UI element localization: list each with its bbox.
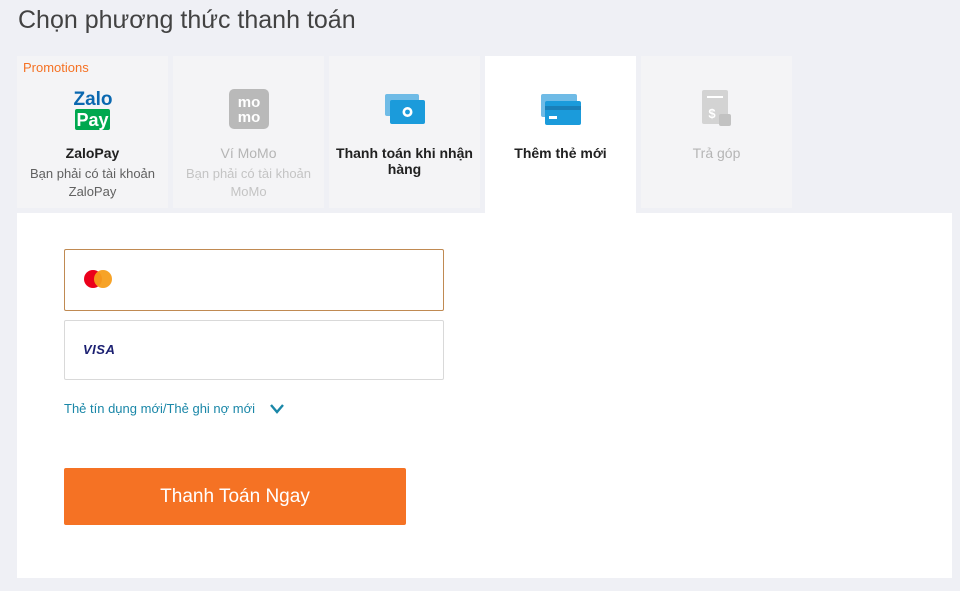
- tab-label: Thanh toán khi nhận hàng: [336, 145, 473, 177]
- new-card-link[interactable]: Thẻ tín dụng mới/Thẻ ghi nợ mới: [64, 401, 285, 416]
- tab-label: Trả góp: [692, 145, 741, 161]
- pay-now-button[interactable]: Thanh Toán Ngay: [64, 468, 406, 525]
- momo-icon: mo mo: [173, 86, 324, 132]
- svg-text:Zalo: Zalo: [73, 89, 112, 110]
- tab-installment: $ Trả góp: [641, 56, 792, 208]
- visa-icon: VISA: [83, 342, 116, 357]
- cash-on-delivery-icon: [329, 86, 480, 132]
- tab-zalopay[interactable]: Promotions Zalo Pay ZaloPay Bạn phải có …: [17, 56, 168, 208]
- tab-description: Bạn phải có tài khoản ZaloPay: [29, 166, 156, 199]
- credit-card-icon: [485, 86, 636, 132]
- payment-panel: VISA Thẻ tín dụng mới/Thẻ ghi nợ mới Tha…: [17, 213, 952, 578]
- tab-description: Bạn phải có tài khoản MoMo: [185, 166, 312, 199]
- tab-add-new-card[interactable]: Thêm thẻ mới: [485, 56, 636, 213]
- new-card-link-label: Thẻ tín dụng mới/Thẻ ghi nợ mới: [64, 401, 256, 416]
- tab-cash-on-delivery[interactable]: Thanh toán khi nhận hàng: [329, 56, 480, 208]
- payment-method-tabs: Promotions Zalo Pay ZaloPay Bạn phải có …: [17, 56, 797, 213]
- mastercard-icon: [84, 270, 114, 290]
- page-title: Chọn phương thức thanh toán: [18, 6, 356, 34]
- svg-text:Pay: Pay: [76, 110, 108, 130]
- tab-label: ZaloPay: [65, 145, 120, 161]
- promotions-label: Promotions: [23, 60, 89, 75]
- tab-momo: mo mo Ví MoMo Bạn phải có tài khoản MoMo: [173, 56, 324, 208]
- saved-card-mastercard[interactable]: [64, 249, 444, 311]
- tab-label: Ví MoMo: [220, 145, 277, 161]
- zalopay-icon: Zalo Pay: [17, 86, 168, 132]
- installment-icon: $: [641, 86, 792, 132]
- svg-text:mo: mo: [237, 109, 260, 126]
- chevron-down-icon: [270, 403, 284, 414]
- svg-text:$: $: [708, 106, 716, 121]
- tab-label: Thêm thẻ mới: [514, 145, 607, 161]
- saved-card-visa[interactable]: VISA: [64, 320, 444, 380]
